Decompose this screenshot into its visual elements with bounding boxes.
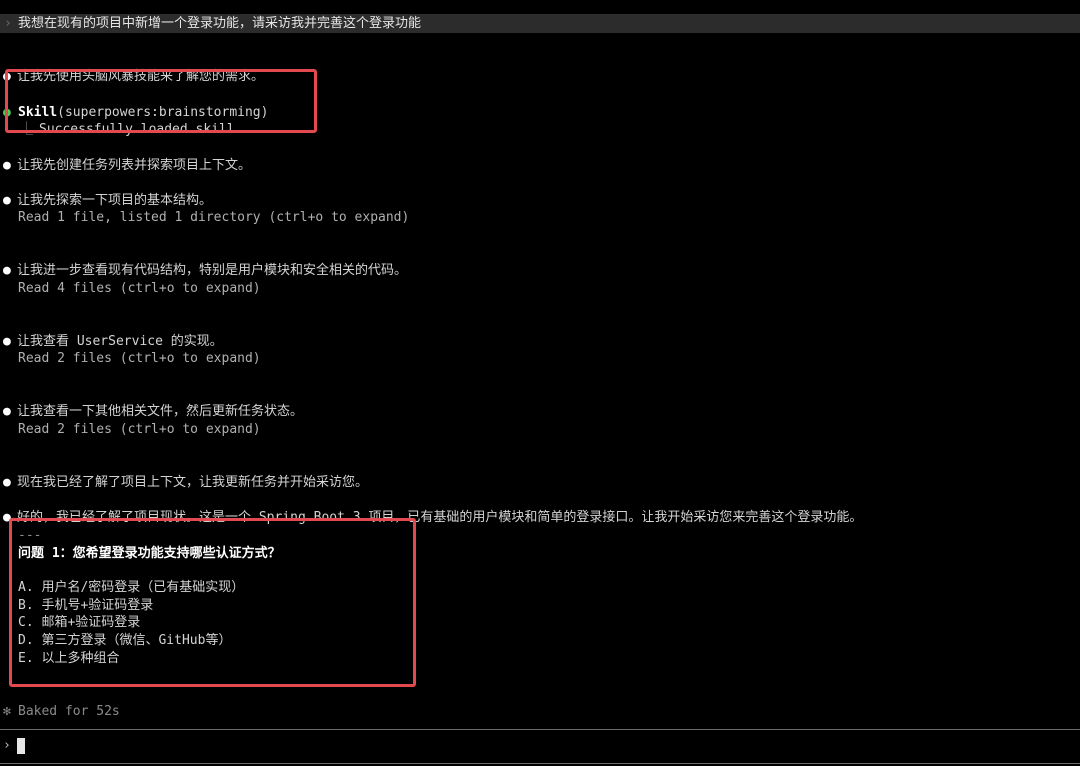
tool-result-summary[interactable]: Read 2 files (ctrl+o to expand) xyxy=(18,421,261,439)
assistant-message: ● 现在我已经了解了项目上下文，让我更新任务并开始采访您。 xyxy=(0,456,368,492)
message-text: 让我进一步查看现有代码结构，特别是用户模块和安全相关的代码。 xyxy=(17,263,408,278)
bullet-icon: ● xyxy=(3,263,11,278)
prompt-chevron-icon: › xyxy=(4,16,12,31)
bullet-icon: ● xyxy=(3,334,11,349)
user-prompt-text: 我想在现有的项目中新增一个登录功能，请采访我并完善这个登录功能 xyxy=(18,16,422,31)
assistant-message: ● 让我查看 UserService 的实现。 xyxy=(0,315,223,351)
bullet-icon: ● xyxy=(3,475,11,490)
assistant-message: ● 让我查看一下其他相关文件，然后更新任务状态。 xyxy=(0,385,303,421)
status-line: ✻ Baked for 52s xyxy=(0,685,120,721)
message-text: 让我查看 UserService 的实现。 xyxy=(17,334,223,349)
message-text: 让我先探索一下项目的基本结构。 xyxy=(17,193,213,208)
tool-result-summary[interactable]: Read 2 files (ctrl+o to expand) xyxy=(18,350,261,368)
assistant-message: ● 让我先探索一下项目的基本结构。 xyxy=(0,174,212,210)
bullet-icon: ● xyxy=(3,404,11,419)
tool-result-summary[interactable]: Read 1 file, listed 1 directory (ctrl+o … xyxy=(18,209,409,227)
assistant-message: ● 让我先创建任务列表并探索项目上下文。 xyxy=(0,139,251,175)
input-chevron-icon: › xyxy=(3,738,11,753)
bullet-icon: ● xyxy=(3,193,11,208)
message-text: 让我先创建任务列表并探索项目上下文。 xyxy=(17,158,252,173)
status-text: Baked for 52s xyxy=(18,704,120,719)
tool-result-summary[interactable]: Read 4 files (ctrl+o to expand) xyxy=(18,280,261,298)
text-cursor[interactable] xyxy=(17,738,25,754)
highlight-box-question xyxy=(9,518,416,687)
message-text: 现在我已经了解了项目上下文，让我更新任务并开始采访您。 xyxy=(17,475,369,490)
message-text: 让我查看一下其他相关文件，然后更新任务状态。 xyxy=(17,404,304,419)
input-bottom-divider xyxy=(0,763,1080,764)
highlight-box-skill xyxy=(5,69,317,133)
assistant-message: ● 让我进一步查看现有代码结构，特别是用户模块和安全相关的代码。 xyxy=(0,244,407,280)
bullet-icon: ● xyxy=(3,158,11,173)
sparkle-icon: ✻ xyxy=(3,704,11,719)
input-top-divider xyxy=(0,729,1080,730)
user-prompt-bar: › 我想在现有的项目中新增一个登录功能，请采访我并完善这个登录功能 xyxy=(0,14,1080,33)
